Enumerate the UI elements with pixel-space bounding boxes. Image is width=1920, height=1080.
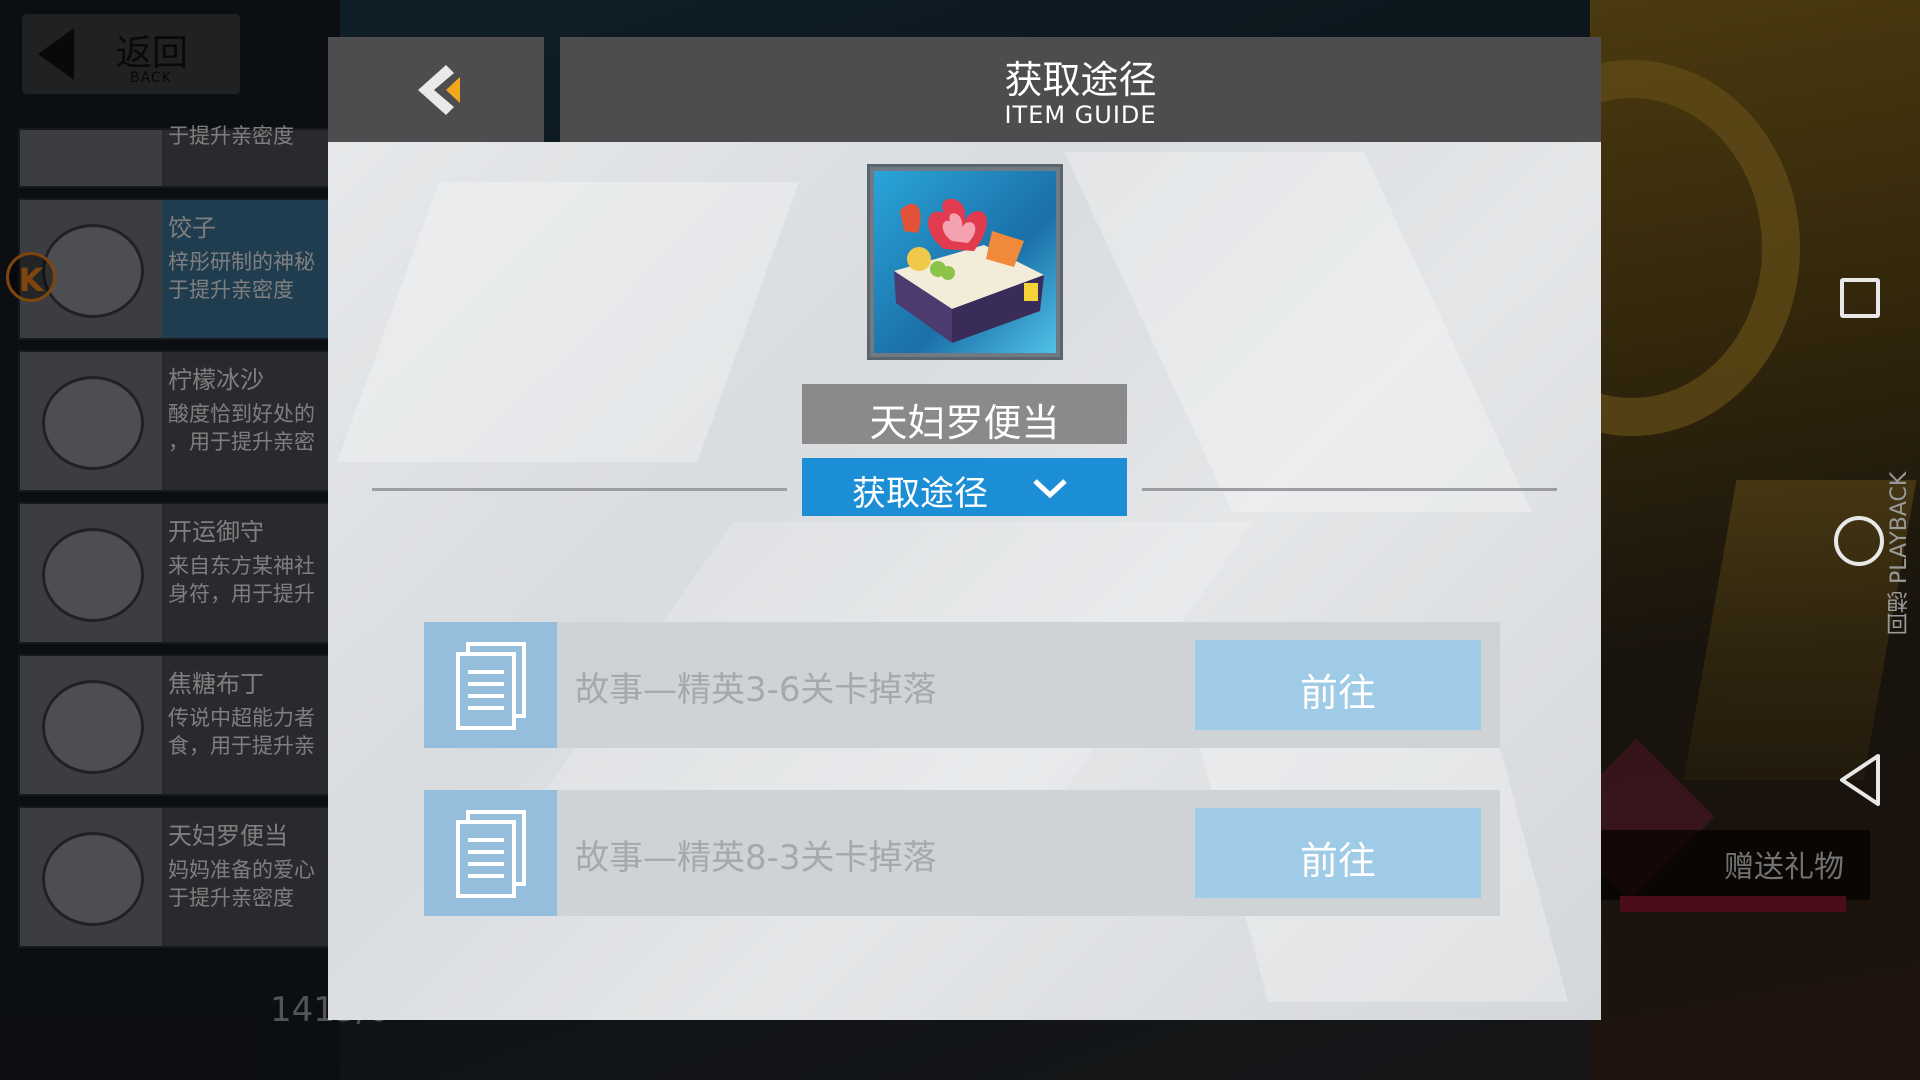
acquire-route-dropdown[interactable]: 获取途径 [802,458,1127,516]
route-icon-box [424,790,557,916]
go-button[interactable]: 前往 [1195,808,1481,898]
bento-box-icon [874,171,1056,353]
go-label: 前往 [1299,839,1376,883]
divider-left [372,488,787,491]
document-icon [456,810,526,898]
route-row: 故事—精英8-3关卡掉落 前往 [424,790,1500,916]
back-chevron-icon [418,65,460,115]
item-name: 天妇罗便当 [869,401,1060,445]
route-row: 故事—精英3-6关卡掉落 前往 [424,622,1500,748]
android-nav-bar [1790,0,1920,1080]
dialog-header: 获取途径 ITEM GUIDE [560,37,1601,142]
document-icon [456,642,526,730]
divider-right [1142,488,1557,491]
chevron-down-icon [1033,479,1067,499]
route-icon-box [424,622,557,748]
route-description: 故事—精英8-3关卡掉落 [575,838,937,878]
go-button[interactable]: 前往 [1195,640,1481,730]
acquire-route-label: 获取途径 [852,474,988,514]
item-guide-dialog: 获取途径 ITEM GUIDE 天妇罗便当 获取途径 故事—精英3-6关卡掉落 … [328,37,1601,1020]
go-label: 前往 [1299,671,1376,715]
home-icon[interactable] [1834,516,1884,566]
dialog-title: 获取途径 [1004,58,1157,102]
dialog-body: 天妇罗便当 获取途径 故事—精英3-6关卡掉落 前往 故事—精英8-3关卡掉落 … [328,142,1601,1020]
item-name-bar: 天妇罗便当 [802,384,1127,445]
nav-back-icon[interactable] [1836,752,1884,808]
route-description: 故事—精英3-6关卡掉落 [575,670,937,710]
dialog-subtitle: ITEM GUIDE [1004,101,1157,129]
recent-apps-icon[interactable] [1840,278,1880,318]
item-icon-frame [867,164,1063,360]
dialog-back-button[interactable] [328,37,544,142]
